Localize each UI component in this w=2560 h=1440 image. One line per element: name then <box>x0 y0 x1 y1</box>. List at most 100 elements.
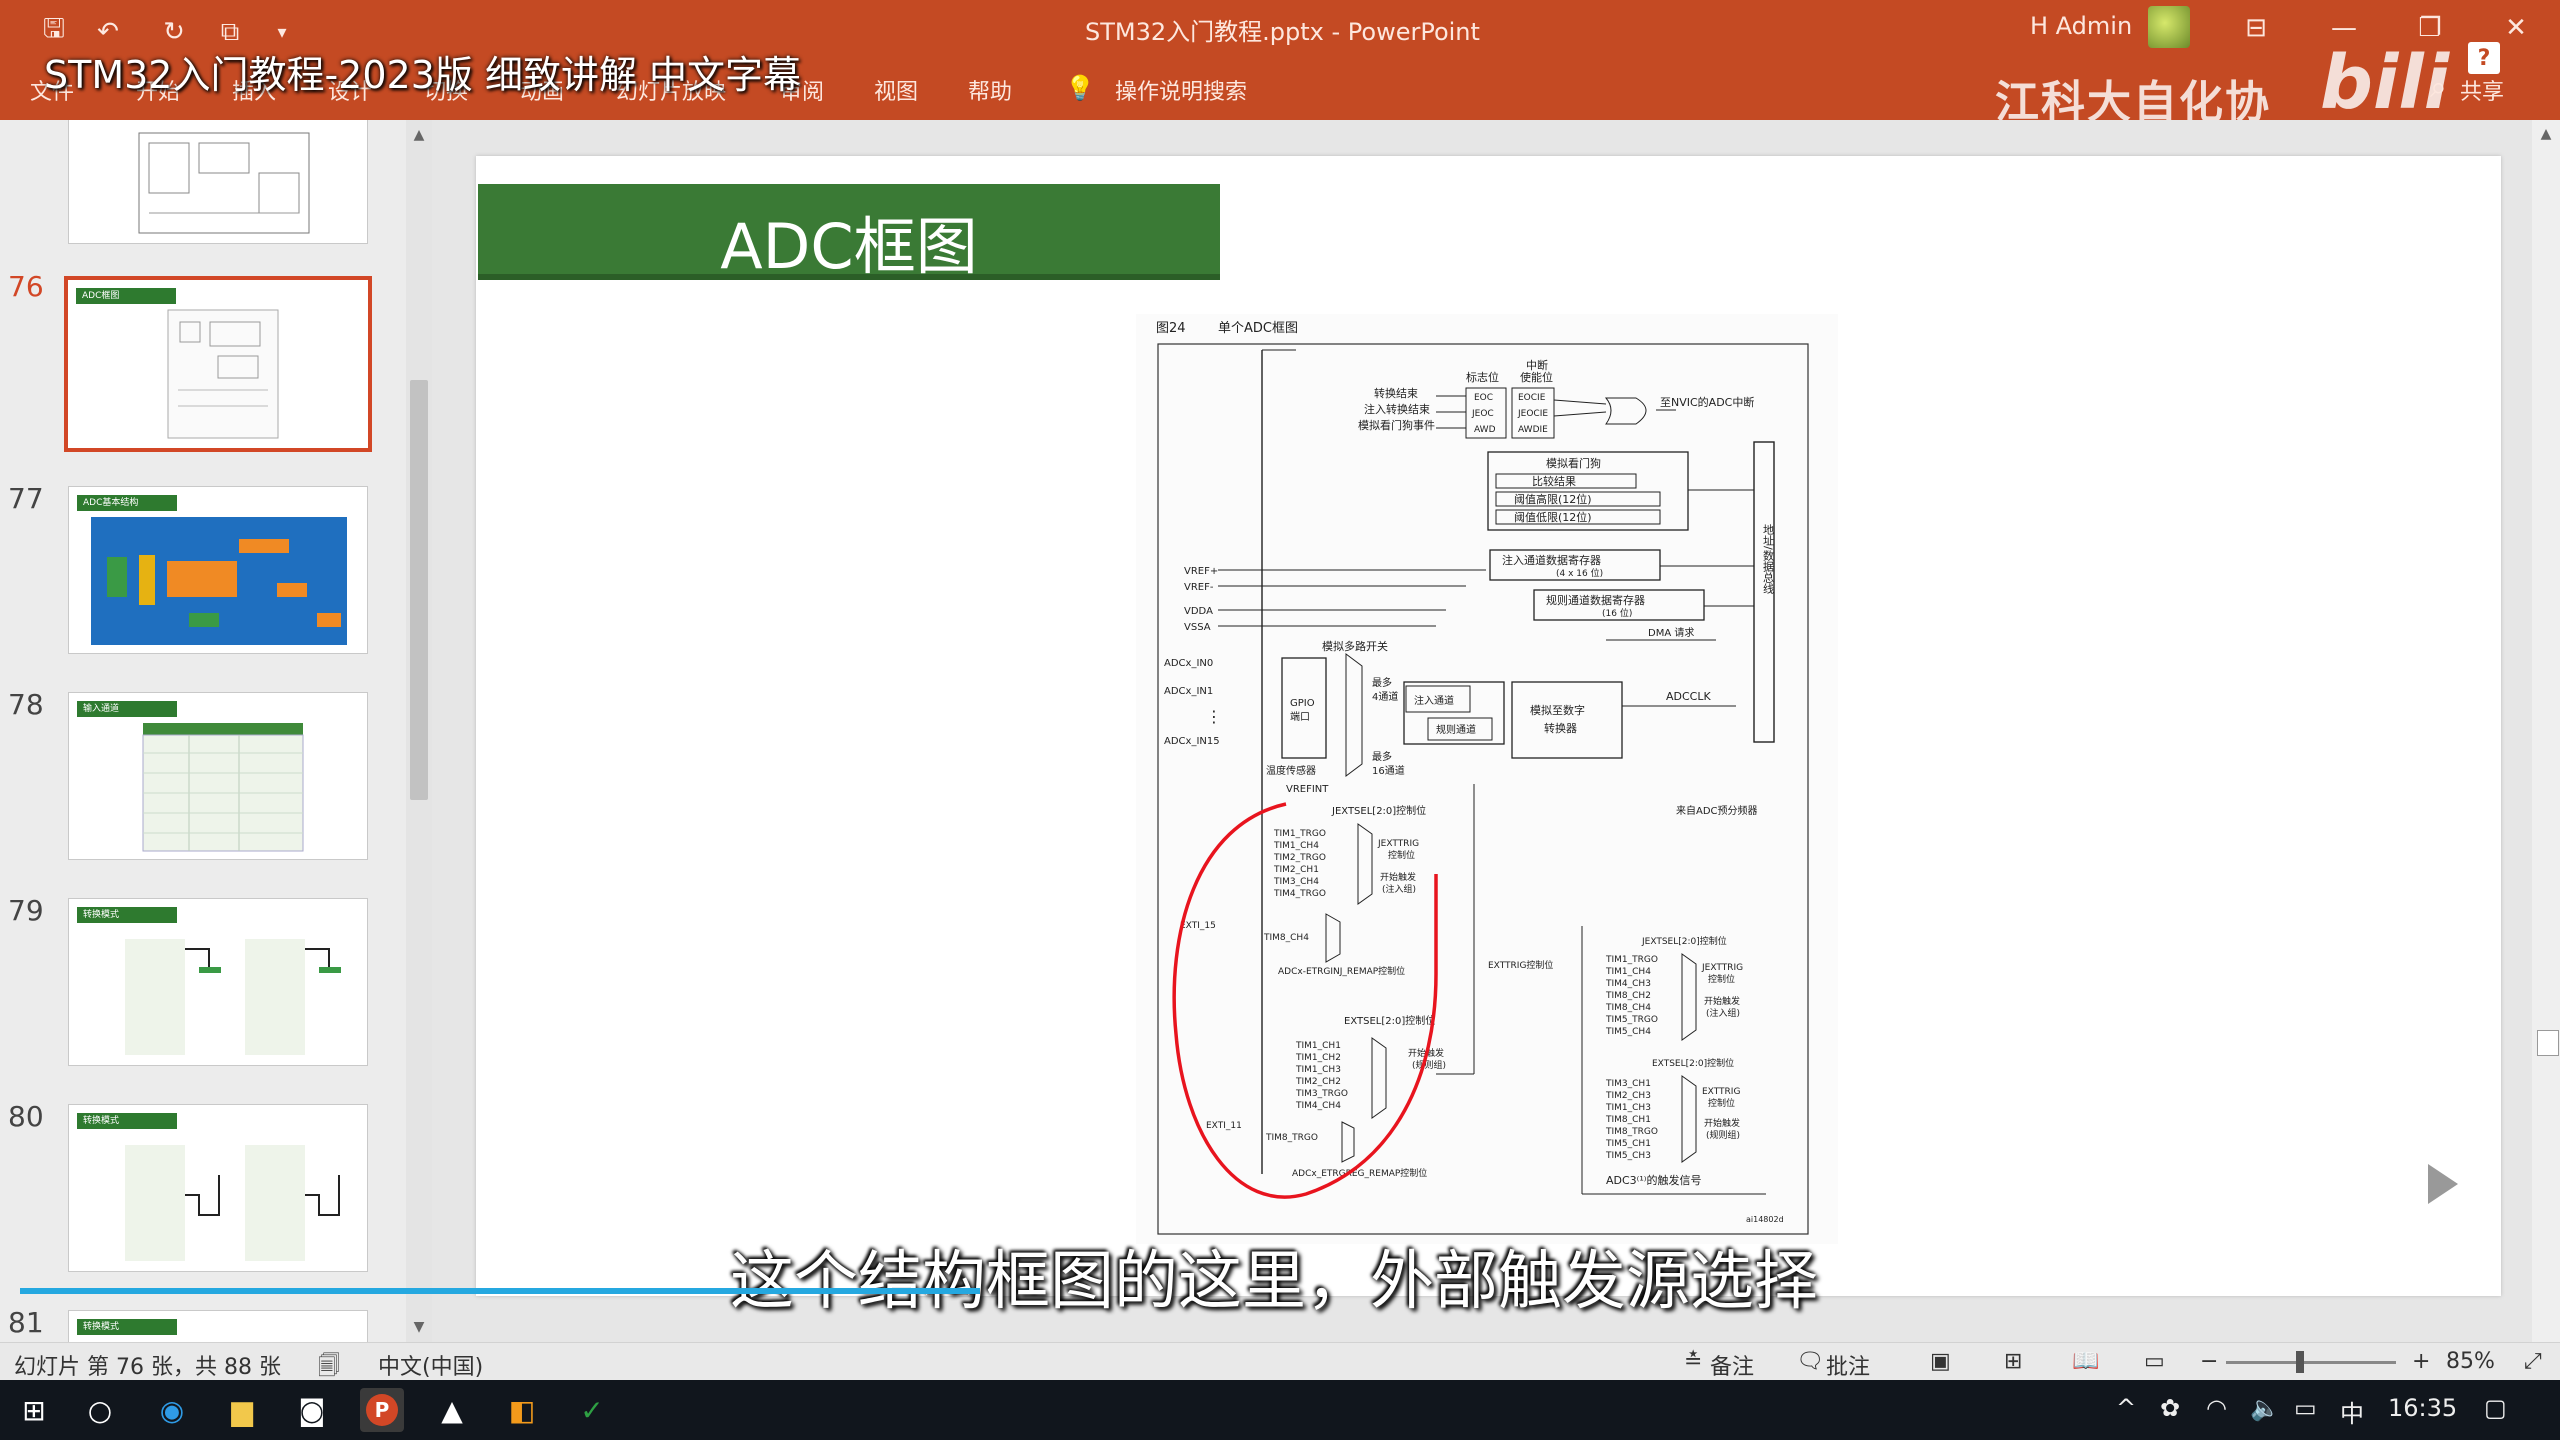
ime-indicator[interactable]: 中 <box>2340 1394 2364 1429</box>
svg-text:TIM1_CH4: TIM1_CH4 <box>1605 967 1651 977</box>
svg-text:转换器: 转换器 <box>1544 721 1577 735</box>
slide-thumbnail[interactable]: 转换模式 <box>68 898 368 1066</box>
zoom-level[interactable]: 85% <box>2446 1349 2495 1374</box>
slide-thumbnail[interactable]: 输入通道 <box>68 692 368 860</box>
svg-text:DMA 请求: DMA 请求 <box>1648 626 1694 639</box>
photos-app-icon[interactable]: ▲ <box>430 1388 474 1432</box>
svg-text:ADCx_IN0: ADCx_IN0 <box>1164 658 1213 669</box>
comments-button[interactable]: 批注 <box>1826 1349 1870 1381</box>
green-app-icon[interactable]: ✓ <box>570 1388 614 1432</box>
svg-text:模拟看门狗: 模拟看门狗 <box>1546 456 1601 470</box>
table-thumbnail-icon <box>142 723 304 852</box>
slide-scrollbar[interactable]: ▲ <box>2532 120 2560 1342</box>
zoom-in-icon[interactable]: + <box>2412 1349 2430 1374</box>
zoom-slider[interactable] <box>2226 1361 2396 1364</box>
svg-text:TIM1_TRGO: TIM1_TRGO <box>1273 829 1326 839</box>
slideshow-view-icon[interactable]: ▭ <box>2144 1349 2165 1374</box>
zoom-out-icon[interactable]: − <box>2200 1349 2218 1374</box>
battery-icon[interactable]: ▭ <box>2294 1394 2317 1422</box>
comments-icon[interactable]: 🗨 <box>1796 1349 1824 1374</box>
windows-start-icon[interactable]: ⊞ <box>12 1388 56 1432</box>
edge-browser-icon[interactable]: ◉ <box>150 1388 194 1432</box>
clock[interactable]: 16:35 <box>2388 1394 2457 1422</box>
camera-app-icon[interactable]: ◙ <box>290 1388 334 1432</box>
svg-text:注入通道: 注入通道 <box>1414 694 1454 707</box>
tell-me-search[interactable]: 操作说明搜索 <box>1115 74 1247 106</box>
slide-thumbnail[interactable]: ADC基本结构 <box>68 486 368 654</box>
notification-icon[interactable]: ▢ <box>2484 1394 2507 1422</box>
svg-text:TIM3_CH1: TIM3_CH1 <box>1605 1079 1651 1089</box>
tray-app-icon[interactable]: ✿ <box>2160 1394 2180 1422</box>
svg-text:JEXTSEL[2:0]控制位: JEXTSEL[2:0]控制位 <box>1331 804 1426 817</box>
svg-text:(注入组): (注入组) <box>1706 1007 1740 1019</box>
slide-sorter-icon[interactable]: ⊞ <box>2004 1349 2022 1374</box>
user-name[interactable]: H Admin <box>2030 12 2132 40</box>
network-icon[interactable]: ◠ <box>2206 1394 2227 1422</box>
powerpoint-taskbar-icon[interactable]: P <box>360 1388 404 1432</box>
help-icon[interactable]: ? <box>2468 42 2500 74</box>
svg-text:模拟多路开关: 模拟多路开关 <box>1322 639 1388 653</box>
notes-button[interactable]: 备注 <box>1710 1349 1754 1381</box>
scrollbar-thumb[interactable] <box>2537 1030 2559 1056</box>
svg-text:控制位: 控制位 <box>1708 973 1735 985</box>
svg-text:TIM4_CH3: TIM4_CH3 <box>1605 979 1651 989</box>
table-thumbnail-icon <box>125 1145 340 1261</box>
thumbnail-scrollbar[interactable]: ▲ ▼ <box>406 120 432 1342</box>
svg-text:ADCCLK: ADCCLK <box>1666 690 1711 703</box>
zoom-slider-handle[interactable] <box>2296 1351 2304 1373</box>
slide-counter: 幻灯片 第 76 张，共 88 张 <box>14 1355 281 1380</box>
volume-icon[interactable]: 🔈 <box>2250 1394 2280 1422</box>
file-explorer-icon[interactable]: ▆ <box>220 1388 264 1432</box>
slide-thumbnail-pane: 76 ADC框图 77 ADC基本结构 78 输入通道 79 转换模式 80 转… <box>0 120 420 1342</box>
language-indicator[interactable]: 中文(中国) <box>378 1349 483 1381</box>
video-progress-bar[interactable] <box>20 1288 980 1294</box>
svg-text:ADC3⁽¹⁾的触发信号: ADC3⁽¹⁾的触发信号 <box>1606 1173 1702 1187</box>
svg-text:ai14802d: ai14802d <box>1746 1215 1784 1224</box>
slide-thumbnail-selected[interactable]: ADC框图 <box>64 276 372 452</box>
slide-thumbnail[interactable]: 转换模式 <box>68 1310 368 1342</box>
notes-icon[interactable]: ≛ <box>1684 1349 1702 1374</box>
play-icon <box>2428 1164 2458 1204</box>
svg-text:GPIO: GPIO <box>1290 698 1315 709</box>
svg-text:开始触发: 开始触发 <box>1704 1117 1740 1129</box>
normal-view-icon[interactable]: ▣ <box>1930 1349 1951 1374</box>
svg-text:模拟看门狗事件: 模拟看门狗事件 <box>1358 418 1435 432</box>
search-icon[interactable]: ⌕ <box>2430 70 2447 105</box>
svg-text:EXTI_15: EXTI_15 <box>1180 921 1216 931</box>
svg-text:TIM8_TRGO: TIM8_TRGO <box>1265 1133 1318 1143</box>
slide-number: 78 <box>8 688 44 721</box>
fig-caption-text: 单个ADC框图 <box>1218 321 1298 336</box>
svg-text:JEXTTRIG: JEXTTRIG <box>1377 839 1419 849</box>
slide-thumbnail[interactable] <box>68 120 368 244</box>
ribbon-display-icon[interactable]: ⊟ <box>2232 8 2280 48</box>
user-avatar[interactable] <box>2148 6 2190 48</box>
scroll-up-icon[interactable]: ▲ <box>410 126 428 144</box>
orange-app-icon[interactable]: ◧ <box>500 1388 544 1432</box>
svg-text:TIM1_CH3: TIM1_CH3 <box>1295 1065 1341 1075</box>
tab-help[interactable]: 帮助 <box>968 74 1012 106</box>
tab-view[interactable]: 视图 <box>874 74 918 106</box>
share-button[interactable]: 共享 <box>2460 74 2504 106</box>
svg-text:EXTSEL[2:0]控制位: EXTSEL[2:0]控制位 <box>1652 1057 1734 1069</box>
scrollbar-thumb[interactable] <box>410 380 428 800</box>
slide-canvas[interactable]: ADC框图 图24 单个ADC框图 中断 标志位 使能位 转换结束 注入转换结束… <box>476 156 2501 1296</box>
reading-view-icon[interactable]: 📖 <box>2072 1349 2099 1374</box>
svg-text:地址/数据总线: 地址/数据总线 <box>1762 524 1775 594</box>
lightbulb-icon[interactable]: 💡 <box>1065 74 1095 102</box>
play-button[interactable] <box>2388 1140 2488 1230</box>
svg-text:(规则组): (规则组) <box>1412 1059 1446 1071</box>
svg-text:AWDIE: AWDIE <box>1518 425 1548 435</box>
svg-text:TIM1_CH2: TIM1_CH2 <box>1295 1053 1341 1063</box>
svg-text:TIM8_CH1: TIM8_CH1 <box>1605 1115 1651 1125</box>
slide-title-banner[interactable]: ADC框图 <box>478 184 1220 283</box>
svg-text:TIM5_CH1: TIM5_CH1 <box>1605 1139 1651 1149</box>
tray-expand-icon[interactable]: ^ <box>2116 1394 2136 1422</box>
slide-thumbnail[interactable]: 转换模式 <box>68 1104 368 1272</box>
svg-text:TIM4_TRGO: TIM4_TRGO <box>1273 889 1326 899</box>
search-circle-icon[interactable]: ○ <box>78 1388 122 1432</box>
scroll-up-icon[interactable]: ▲ <box>2537 126 2555 144</box>
svg-text:TIM2_CH2: TIM2_CH2 <box>1295 1077 1341 1087</box>
adc-block-diagram[interactable]: 图24 单个ADC框图 中断 标志位 使能位 转换结束 注入转换结束 模拟看门狗… <box>1136 314 1838 1244</box>
fit-slide-icon[interactable]: ⤢ <box>2524 1349 2542 1374</box>
scroll-down-icon[interactable]: ▼ <box>410 1318 428 1336</box>
